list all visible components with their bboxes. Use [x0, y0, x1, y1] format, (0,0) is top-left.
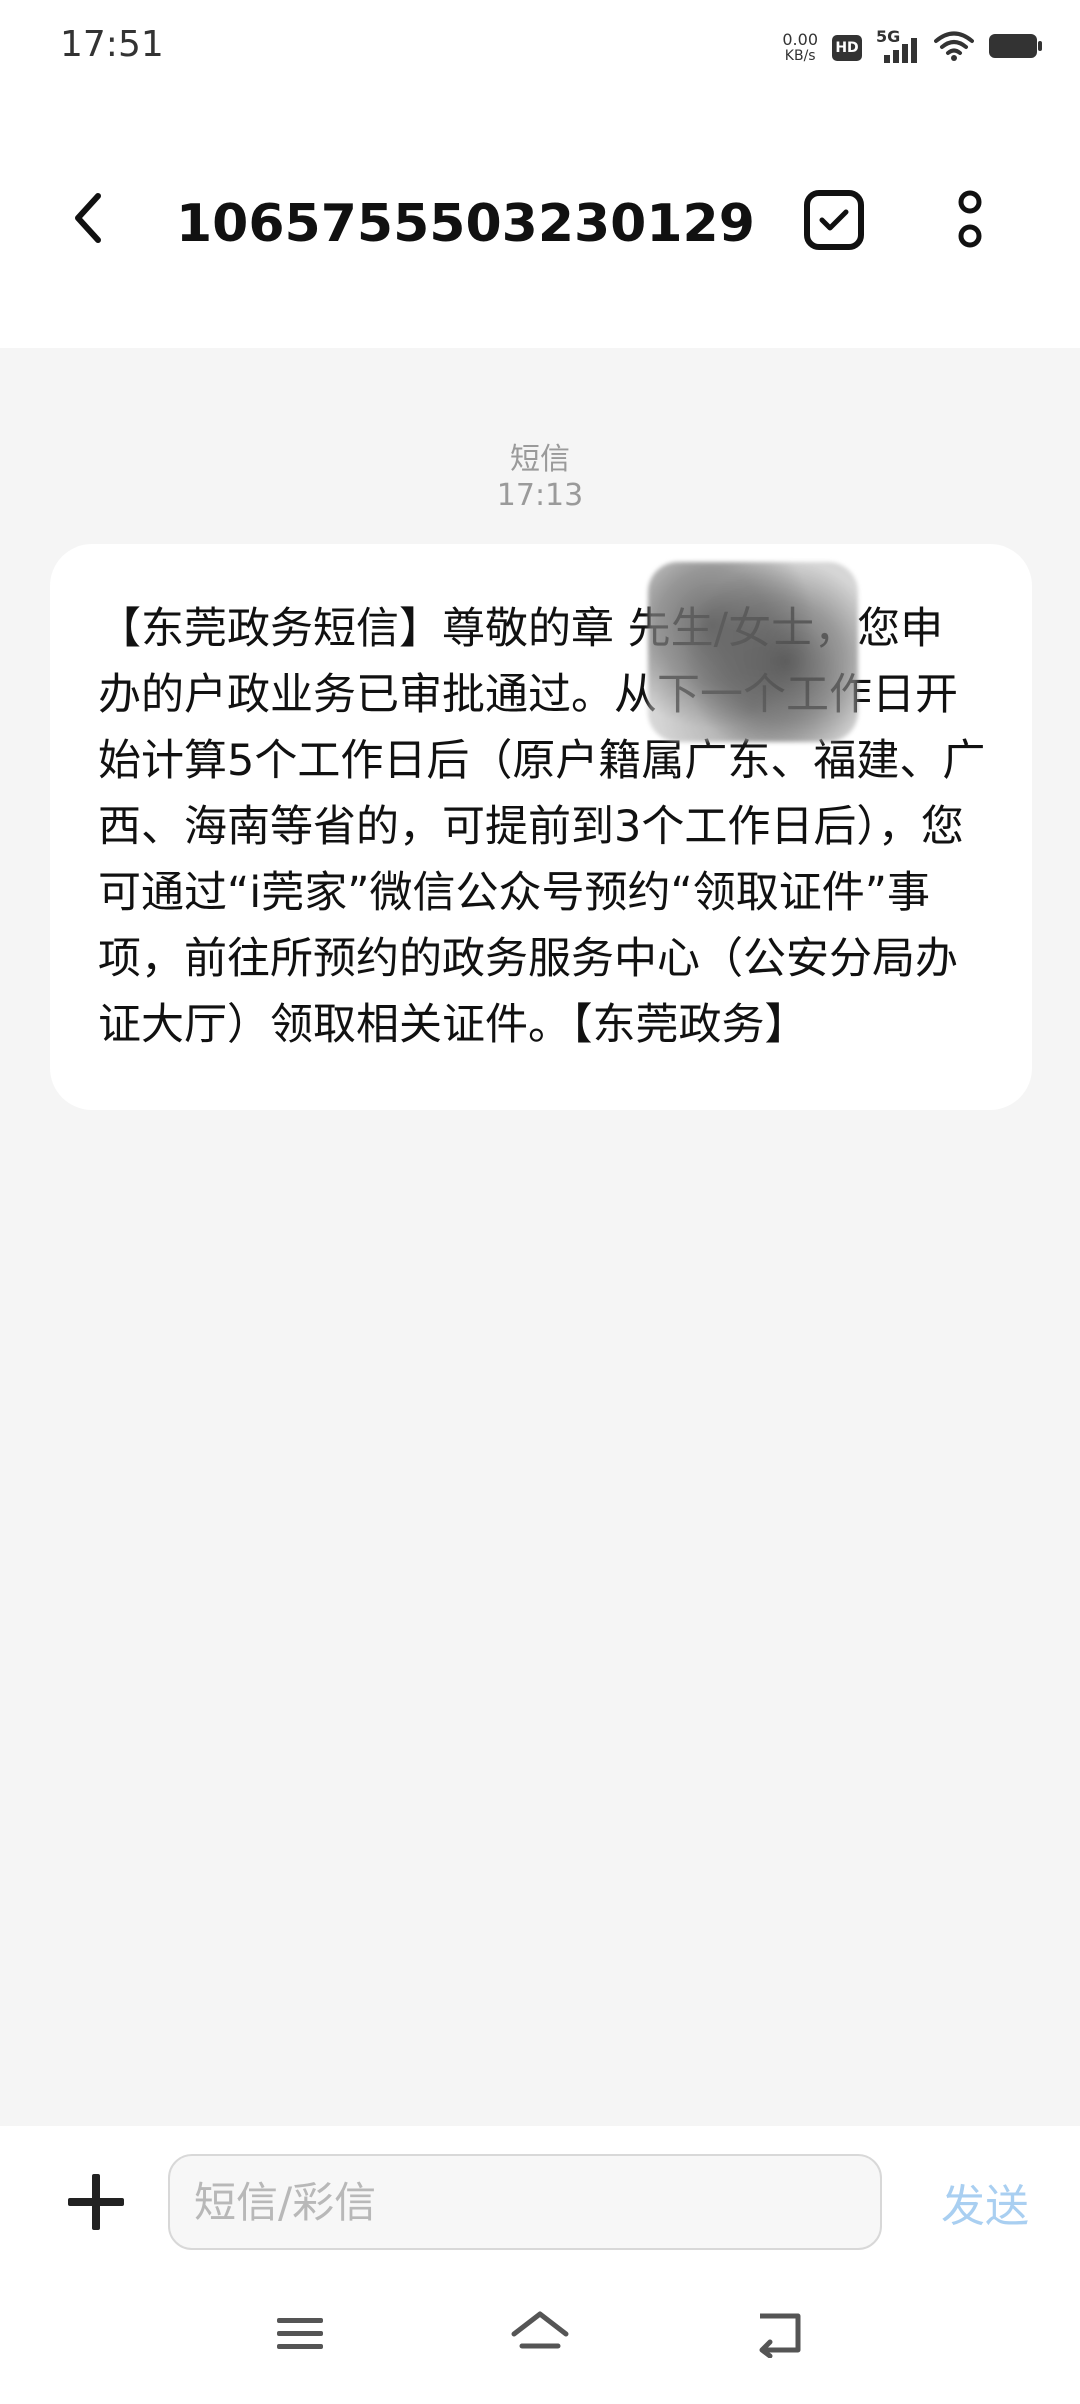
more-vertical-icon	[955, 188, 985, 256]
hd-icon: HD	[832, 35, 862, 61]
network-speed-value: 0.00	[782, 30, 818, 49]
back-button[interactable]	[56, 188, 120, 252]
hd-label: HD	[835, 40, 859, 56]
more-options-button[interactable]	[940, 184, 1000, 260]
message-type-label: 短信	[510, 442, 570, 477]
cellular-signal-icon: 5G	[876, 27, 920, 65]
select-messages-button[interactable]	[800, 188, 868, 256]
plus-icon	[66, 2172, 126, 2236]
contact-title: 10657555032301290…	[176, 194, 756, 254]
redaction-blur	[648, 562, 858, 742]
battery-icon	[988, 31, 1044, 65]
network-speed: 0.00 KB/s	[782, 30, 818, 65]
status-icons: 0.00 KB/s HD 5G	[782, 27, 1044, 68]
message-bubble[interactable]: 【东莞政务短信】尊敬的章 先生/女士，您申办的户政业务已审批通过。从下一个工作日…	[50, 544, 1032, 1110]
back-nav-button[interactable]	[748, 2304, 812, 2368]
network-speed-unit: KB/s	[784, 48, 816, 64]
message-input[interactable]	[168, 2154, 882, 2250]
system-navigation-bar	[0, 2274, 1080, 2404]
checkbox-square-icon	[803, 189, 865, 255]
menu-button[interactable]	[268, 2304, 332, 2368]
back-icon	[754, 2310, 806, 2362]
wifi-icon	[934, 30, 974, 66]
menu-icon	[275, 2312, 325, 2360]
home-icon	[510, 2310, 570, 2362]
attach-button[interactable]	[60, 2168, 132, 2240]
network-type-label: 5G	[876, 27, 901, 46]
message-timestamp: 17:13	[496, 478, 584, 513]
status-bar: 17:51 0.00 KB/s HD 5G	[0, 0, 1080, 96]
message-list[interactable]: 短信 17:13 【东莞政务短信】尊敬的章 先生/女士，您申办的户政业务已审批通…	[0, 348, 1080, 2126]
composer-bar: 发送	[0, 2126, 1080, 2274]
send-button[interactable]: 发送	[920, 2166, 1050, 2238]
status-time: 17:51	[60, 24, 164, 65]
conversation-header: 10657555032301290…	[0, 96, 1080, 348]
chevron-left-icon	[68, 190, 108, 250]
home-button[interactable]	[508, 2304, 572, 2368]
